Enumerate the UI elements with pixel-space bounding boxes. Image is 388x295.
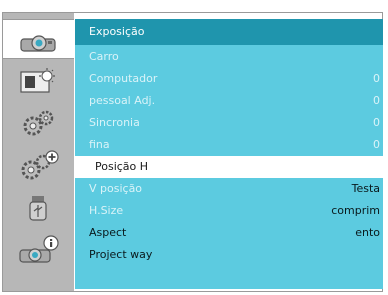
image-adjust-icon <box>20 68 55 93</box>
menu-item-sincronia[interactable]: Sincronia 0 <box>75 112 383 134</box>
menu-item-label: H.Size <box>89 204 124 217</box>
menu-item-label: Sincronia <box>89 116 140 129</box>
menu-item-value: 0 <box>373 138 380 151</box>
menu-item-h-size[interactable]: H.Size comprim <box>75 200 383 222</box>
tab-exposure[interactable] <box>3 19 74 59</box>
menu-item-aspect[interactable]: Aspect ento <box>75 222 383 244</box>
menu-item-label: Posição H <box>95 160 149 173</box>
menu-item-value: Testa <box>351 182 380 195</box>
menu-item-value: 0 <box>373 116 380 129</box>
menu-item-label: Carro <box>89 50 119 63</box>
tab-info[interactable] <box>3 229 74 269</box>
usb-icon <box>29 196 47 221</box>
menu-item-project-way[interactable]: Project way <box>75 244 383 266</box>
menu-item-posicao-h[interactable]: Posição H <box>75 156 383 178</box>
menu-item-label: Project way <box>89 248 153 261</box>
tab-expanded[interactable] <box>3 145 74 185</box>
menu-item-label: pessoal Adj. <box>89 94 156 107</box>
osd-menu-window: Exposição Carro Computador 0 pessoal Adj… <box>2 12 383 292</box>
menu-item-label: Computador <box>89 72 158 85</box>
tab-usb[interactable] <box>3 187 74 227</box>
gears-plus-icon <box>21 150 59 180</box>
menu-item-label: Aspect <box>89 226 127 239</box>
menu-item-carro[interactable]: Carro <box>75 46 383 68</box>
tab-image[interactable] <box>3 61 74 101</box>
projector-info-icon <box>19 235 59 263</box>
menu-item-v-posicao[interactable]: V posição Testa <box>75 178 383 200</box>
menu-sidebar <box>3 13 74 291</box>
menu-item-label: V posição <box>89 182 143 195</box>
menu-panel: Exposição Carro Computador 0 pessoal Adj… <box>75 19 383 289</box>
menu-title: Exposição <box>75 19 383 45</box>
menu-item-fina[interactable]: fina 0 <box>75 134 383 156</box>
tab-setting[interactable] <box>3 103 74 143</box>
menu-item-value: comprim <box>331 204 380 217</box>
projector-icon <box>20 35 56 52</box>
menu-item-label: fina <box>89 138 110 151</box>
menu-item-value: 0 <box>373 72 380 85</box>
menu-item-computador[interactable]: Computador 0 <box>75 68 383 90</box>
menu-item-value: 0 <box>373 94 380 107</box>
menu-item-pessoal-adj[interactable]: pessoal Adj. 0 <box>75 90 383 112</box>
gears-icon <box>23 110 54 136</box>
menu-item-value: ento <box>355 226 380 239</box>
